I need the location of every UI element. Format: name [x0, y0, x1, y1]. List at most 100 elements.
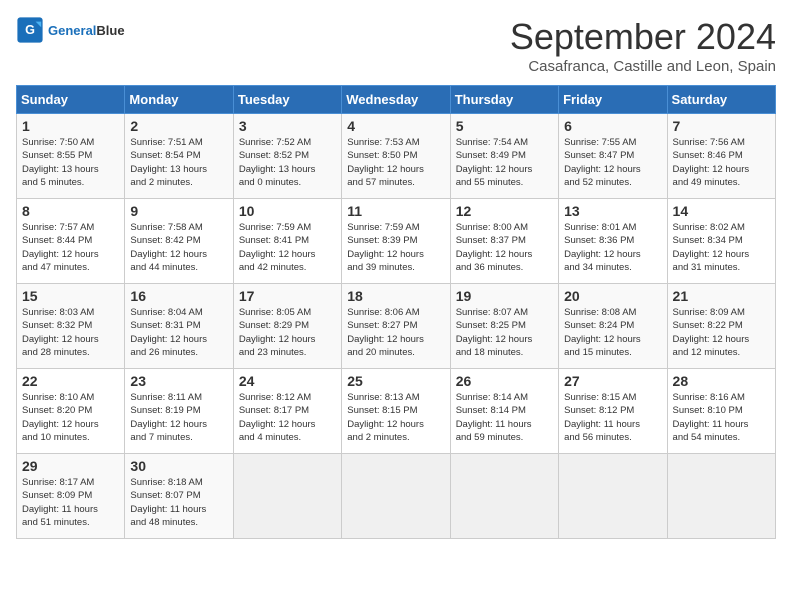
day-info: Sunrise: 8:02 AMSunset: 8:34 PMDaylight:…: [673, 221, 770, 274]
day-number: 15: [22, 288, 119, 304]
day-info: Sunrise: 8:05 AMSunset: 8:29 PMDaylight:…: [239, 306, 336, 359]
day-cell: 27 Sunrise: 8:15 AMSunset: 8:12 PMDayligh…: [559, 369, 667, 454]
header-cell-sunday: Sunday: [17, 86, 125, 114]
day-cell: 8 Sunrise: 7:57 AMSunset: 8:44 PMDaylight…: [17, 199, 125, 284]
day-number: 8: [22, 203, 119, 219]
day-number: 11: [347, 203, 444, 219]
day-cell: 12Sunrise: 8:00 AMSunset: 8:37 PMDayligh…: [450, 199, 558, 284]
day-info: Sunrise: 8:09 AMSunset: 8:22 PMDaylight:…: [673, 306, 770, 359]
day-info: Sunrise: 7:59 AMSunset: 8:41 PMDaylight:…: [239, 221, 336, 274]
day-info: Sunrise: 7:54 AMSunset: 8:49 PMDaylight:…: [456, 136, 553, 189]
day-cell: 29 Sunrise: 8:17 AMSunset: 8:09 PMDayligh…: [17, 454, 125, 539]
day-cell: [559, 454, 667, 539]
day-cell: 30 Sunrise: 8:18 AMSunset: 8:07 PMDayligh…: [125, 454, 233, 539]
location: Casafranca, Castille and Leon, Spain: [510, 58, 776, 75]
logo: G GeneralBlue: [16, 16, 125, 44]
day-number: 3: [239, 118, 336, 134]
day-cell: 7Sunrise: 7:56 AMSunset: 8:46 PMDaylight…: [667, 114, 775, 199]
day-number: 10: [239, 203, 336, 219]
day-info: Sunrise: 8:10 AMSunset: 8:20 PMDaylight:…: [22, 391, 119, 444]
week-row-2: 8 Sunrise: 7:57 AMSunset: 8:44 PMDaylight…: [17, 199, 776, 284]
day-info: Sunrise: 7:52 AMSunset: 8:52 PMDaylight:…: [239, 136, 336, 189]
day-cell: 6Sunrise: 7:55 AMSunset: 8:47 PMDaylight…: [559, 114, 667, 199]
day-cell: 26 Sunrise: 8:14 AMSunset: 8:14 PMDayligh…: [450, 369, 558, 454]
title-block: September 2024 Casafranca, Castille and …: [510, 16, 776, 75]
day-cell: 22 Sunrise: 8:10 AMSunset: 8:20 PMDayligh…: [17, 369, 125, 454]
day-info: Sunrise: 7:59 AMSunset: 8:39 PMDaylight:…: [347, 221, 444, 274]
day-cell: 10 Sunrise: 7:59 AMSunset: 8:41 PMDayligh…: [233, 199, 341, 284]
day-cell: 18 Sunrise: 8:06 AMSunset: 8:27 PMDayligh…: [342, 284, 450, 369]
day-cell: 21 Sunrise: 8:09 AMSunset: 8:22 PMDayligh…: [667, 284, 775, 369]
week-row-1: 1Sunrise: 7:50 AMSunset: 8:55 PMDaylight…: [17, 114, 776, 199]
day-info: Sunrise: 8:04 AMSunset: 8:31 PMDaylight:…: [130, 306, 227, 359]
day-cell: 23 Sunrise: 8:11 AMSunset: 8:19 PMDayligh…: [125, 369, 233, 454]
day-number: 24: [239, 373, 336, 389]
month-title: September 2024: [510, 16, 776, 58]
logo-icon: G: [16, 16, 44, 44]
day-info: Sunrise: 7:58 AMSunset: 8:42 PMDaylight:…: [130, 221, 227, 274]
day-cell: 24 Sunrise: 8:12 AMSunset: 8:17 PMDayligh…: [233, 369, 341, 454]
week-row-5: 29 Sunrise: 8:17 AMSunset: 8:09 PMDayligh…: [17, 454, 776, 539]
day-number: 7: [673, 118, 770, 134]
day-number: 26: [456, 373, 553, 389]
day-info: Sunrise: 7:55 AMSunset: 8:47 PMDaylight:…: [564, 136, 661, 189]
day-cell: [233, 454, 341, 539]
day-cell: 19Sunrise: 8:07 AMSunset: 8:25 PMDayligh…: [450, 284, 558, 369]
day-cell: 17 Sunrise: 8:05 AMSunset: 8:29 PMDayligh…: [233, 284, 341, 369]
day-cell: 9 Sunrise: 7:58 AMSunset: 8:42 PMDaylight…: [125, 199, 233, 284]
day-cell: 3 Sunrise: 7:52 AMSunset: 8:52 PMDaylight…: [233, 114, 341, 199]
header-cell-wednesday: Wednesday: [342, 86, 450, 114]
day-cell: 4 Sunrise: 7:53 AMSunset: 8:50 PMDaylight…: [342, 114, 450, 199]
day-info: Sunrise: 8:06 AMSunset: 8:27 PMDaylight:…: [347, 306, 444, 359]
day-cell: [342, 454, 450, 539]
day-cell: 25 Sunrise: 8:13 AMSunset: 8:15 PMDayligh…: [342, 369, 450, 454]
day-number: 18: [347, 288, 444, 304]
day-info: Sunrise: 8:08 AMSunset: 8:24 PMDaylight:…: [564, 306, 661, 359]
day-info: Sunrise: 7:51 AMSunset: 8:54 PMDaylight:…: [130, 136, 227, 189]
day-info: Sunrise: 8:14 AMSunset: 8:14 PMDaylight:…: [456, 391, 553, 444]
svg-text:G: G: [25, 23, 35, 37]
day-info: Sunrise: 7:57 AMSunset: 8:44 PMDaylight:…: [22, 221, 119, 274]
day-info: Sunrise: 8:01 AMSunset: 8:36 PMDaylight:…: [564, 221, 661, 274]
day-number: 13: [564, 203, 661, 219]
day-number: 21: [673, 288, 770, 304]
day-cell: 20 Sunrise: 8:08 AMSunset: 8:24 PMDayligh…: [559, 284, 667, 369]
day-info: Sunrise: 8:03 AMSunset: 8:32 PMDaylight:…: [22, 306, 119, 359]
day-info: Sunrise: 8:13 AMSunset: 8:15 PMDaylight:…: [347, 391, 444, 444]
calendar-table: SundayMondayTuesdayWednesdayThursdayFrid…: [16, 85, 776, 539]
day-number: 22: [22, 373, 119, 389]
day-info: Sunrise: 8:11 AMSunset: 8:19 PMDaylight:…: [130, 391, 227, 444]
header-cell-friday: Friday: [559, 86, 667, 114]
header-cell-monday: Monday: [125, 86, 233, 114]
day-info: Sunrise: 8:12 AMSunset: 8:17 PMDaylight:…: [239, 391, 336, 444]
day-number: 29: [22, 458, 119, 474]
day-info: Sunrise: 8:15 AMSunset: 8:12 PMDaylight:…: [564, 391, 661, 444]
day-cell: 2 Sunrise: 7:51 AMSunset: 8:54 PMDaylight…: [125, 114, 233, 199]
logo-text-line1: GeneralBlue: [48, 23, 125, 38]
day-number: 2: [130, 118, 227, 134]
day-info: Sunrise: 7:53 AMSunset: 8:50 PMDaylight:…: [347, 136, 444, 189]
day-number: 27: [564, 373, 661, 389]
day-number: 17: [239, 288, 336, 304]
day-number: 30: [130, 458, 227, 474]
day-info: Sunrise: 8:17 AMSunset: 8:09 PMDaylight:…: [22, 476, 119, 529]
day-number: 9: [130, 203, 227, 219]
day-number: 5: [456, 118, 553, 134]
day-number: 25: [347, 373, 444, 389]
day-number: 12: [456, 203, 553, 219]
day-cell: 11 Sunrise: 7:59 AMSunset: 8:39 PMDayligh…: [342, 199, 450, 284]
week-row-3: 15 Sunrise: 8:03 AMSunset: 8:32 PMDayligh…: [17, 284, 776, 369]
day-number: 23: [130, 373, 227, 389]
day-cell: 13 Sunrise: 8:01 AMSunset: 8:36 PMDayligh…: [559, 199, 667, 284]
day-info: Sunrise: 8:07 AMSunset: 8:25 PMDaylight:…: [456, 306, 553, 359]
day-info: Sunrise: 8:16 AMSunset: 8:10 PMDaylight:…: [673, 391, 770, 444]
day-number: 1: [22, 118, 119, 134]
day-cell: 16 Sunrise: 8:04 AMSunset: 8:31 PMDayligh…: [125, 284, 233, 369]
header: G GeneralBlue September 2024 Casafranca,…: [16, 16, 776, 75]
day-number: 16: [130, 288, 227, 304]
day-info: Sunrise: 8:18 AMSunset: 8:07 PMDaylight:…: [130, 476, 227, 529]
day-cell: [667, 454, 775, 539]
week-row-4: 22 Sunrise: 8:10 AMSunset: 8:20 PMDayligh…: [17, 369, 776, 454]
day-number: 20: [564, 288, 661, 304]
day-number: 4: [347, 118, 444, 134]
